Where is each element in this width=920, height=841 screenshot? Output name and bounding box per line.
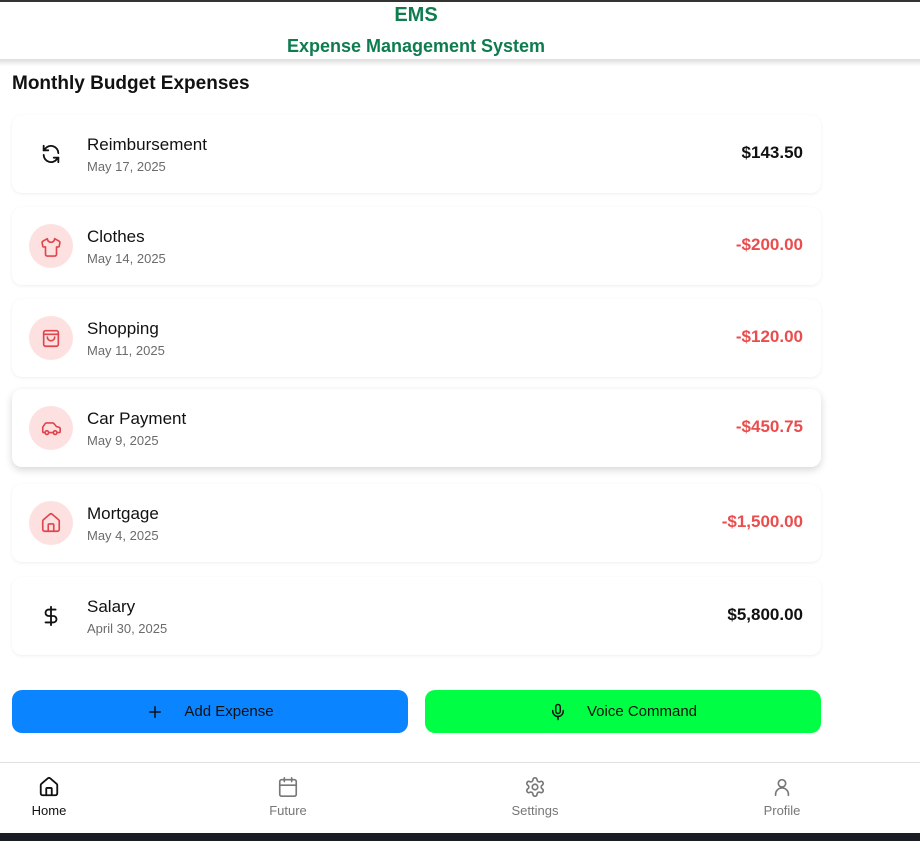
plus-icon — [149, 705, 162, 718]
transaction-date: May 9, 2025 — [87, 433, 159, 448]
app-subtitle: Expense Management System — [286, 36, 546, 56]
add-expense-button[interactable]: Add Expense — [12, 690, 408, 733]
voice-command-label: Voice Command — [586, 703, 698, 720]
transaction-amount: $5,800.00 — [727, 605, 803, 624]
transaction-date: May 17, 2025 — [87, 159, 166, 174]
refresh-icon — [29, 132, 73, 176]
transaction-name: Mortgage — [87, 504, 159, 523]
nav-label-home: Home — [31, 803, 67, 818]
transaction-name: Reimbursement — [87, 135, 207, 154]
add-expense-label: Add Expense — [184, 703, 274, 720]
app-screen: EMS Expense Management System Monthly Bu… — [0, 0, 920, 841]
transaction-name: Salary — [87, 597, 136, 616]
nav-item-future[interactable]: Future — [228, 763, 348, 834]
bottom-nav: Home Future Settings Profile — [0, 762, 920, 833]
nav-item-profile[interactable]: Profile — [722, 763, 842, 834]
shopping-bag-icon — [29, 316, 73, 360]
user-icon — [774, 778, 790, 797]
transaction-amount: -$120.00 — [735, 327, 803, 346]
app-title: EMS — [394, 4, 438, 26]
transaction-row-car-payment[interactable]: Car Payment May 9, 2025 -$450.75 — [12, 389, 821, 467]
calendar-icon — [278, 777, 298, 797]
dollar-icon — [29, 594, 73, 638]
system-bar — [0, 833, 920, 841]
app-header: EMS Expense Management System — [0, 0, 920, 59]
microphone-icon — [551, 703, 564, 720]
transaction-date: April 30, 2025 — [87, 621, 168, 636]
transaction-row-shopping[interactable]: Shopping May 11, 2025 -$120.00 — [12, 299, 821, 377]
transaction-name: Shopping — [87, 319, 159, 338]
nav-item-settings[interactable]: Settings — [475, 763, 595, 834]
transaction-name: Clothes — [87, 227, 145, 246]
gear-icon — [525, 777, 545, 797]
voice-command-button[interactable]: Voice Command — [425, 690, 821, 733]
transaction-date: May 4, 2025 — [87, 528, 159, 543]
transaction-amount: -$1,500.00 — [721, 512, 803, 531]
nav-item-home[interactable]: Home — [0, 763, 109, 834]
transaction-date: May 14, 2025 — [87, 251, 166, 266]
transaction-row-clothes[interactable]: Clothes May 14, 2025 -$200.00 — [12, 207, 821, 285]
transaction-amount: -$200.00 — [735, 235, 803, 254]
transaction-date: May 11, 2025 — [87, 343, 165, 358]
transaction-row-mortgage[interactable]: Mortgage May 4, 2025 -$1,500.00 — [12, 484, 821, 562]
nav-label-future: Future — [269, 803, 307, 818]
header-divider — [0, 59, 920, 66]
home-icon — [29, 501, 73, 545]
transaction-amount: -$450.75 — [735, 417, 803, 436]
transaction-amount: $143.50 — [741, 143, 803, 162]
nav-label-settings: Settings — [511, 803, 559, 818]
transaction-row-reimbursement[interactable]: Reimbursement May 17, 2025 $143.50 — [12, 115, 821, 193]
shirt-icon — [29, 224, 73, 268]
transaction-name: Car Payment — [87, 409, 187, 428]
car-icon — [29, 406, 73, 450]
section-title: Monthly Budget Expenses — [12, 73, 250, 94]
home-icon — [39, 776, 59, 797]
transaction-row-salary[interactable]: Salary April 30, 2025 $5,800.00 — [12, 577, 821, 655]
nav-label-profile: Profile — [763, 803, 801, 818]
